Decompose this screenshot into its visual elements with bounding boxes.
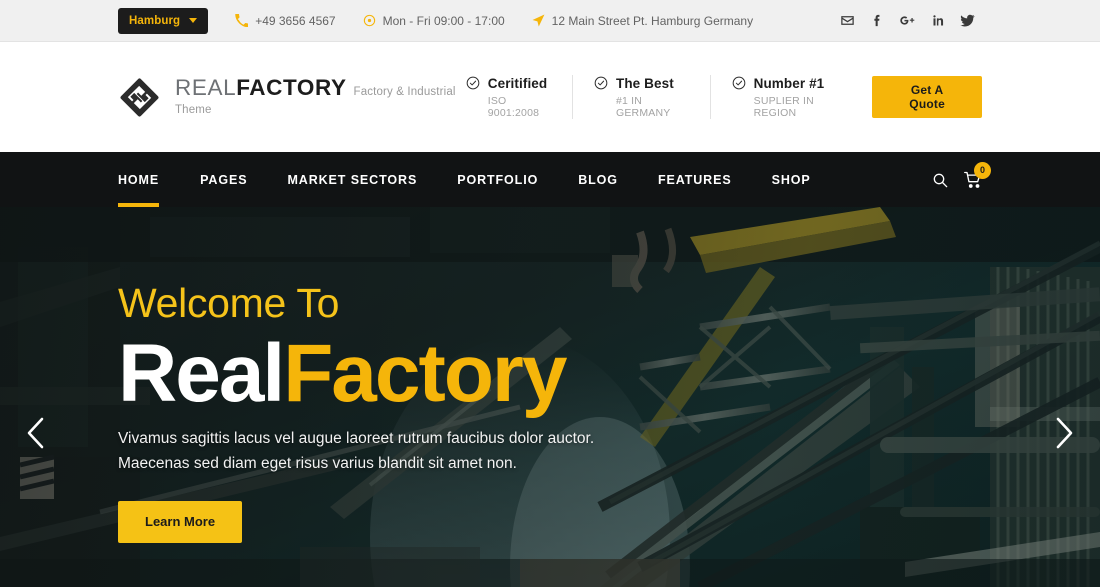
main-navigation: HOME PAGES MARKET SECTORS PORTFOLIO BLOG… xyxy=(0,152,1100,207)
nav-item-portfolio[interactable]: PORTFOLIO xyxy=(437,152,558,207)
nav-item-pages[interactable]: PAGES xyxy=(180,152,267,207)
chevron-left-icon[interactable] xyxy=(14,411,58,455)
badge-the-best: The Best #1 IN GERMANY xyxy=(573,75,711,119)
nav-item-features[interactable]: FEATURES xyxy=(638,152,752,207)
logo-diamond-icon xyxy=(118,76,161,119)
cart-count-badge: 0 xyxy=(974,161,991,179)
hero-description-line1: Vivamus sagittis lacus vel augue laoreet… xyxy=(118,430,595,448)
badge-subtitle: SUPLIER IN REGION xyxy=(753,94,814,119)
learn-more-button[interactable]: Learn More xyxy=(118,500,243,543)
address-info: 12 Main Street Pt. Hamburg Germany xyxy=(532,14,753,28)
badge-subtitle: #1 IN GERMANY xyxy=(615,94,671,119)
nav-item-home[interactable]: HOME xyxy=(118,152,180,207)
location-arrow-icon xyxy=(532,14,545,27)
phone-icon xyxy=(235,14,249,27)
hero-content: Welcome To RealFactory Vivamus sagittis … xyxy=(0,207,1100,543)
site-logo[interactable]: REALFACTORY Factory & Industrial Theme xyxy=(118,76,466,119)
phone-info: +49 3656 4567 xyxy=(235,14,336,28)
social-links xyxy=(832,6,982,36)
shopping-cart-icon[interactable]: 0 xyxy=(964,161,991,189)
check-circle-icon xyxy=(732,76,746,90)
nav-item-blog[interactable]: BLOG xyxy=(558,152,638,207)
get-a-quote-button[interactable]: Get A Quote xyxy=(872,76,982,118)
twitter-icon[interactable] xyxy=(952,6,982,36)
nav-items: HOME PAGES MARKET SECTORS PORTFOLIO BLOG… xyxy=(118,152,831,207)
hours-info: Mon - Fri 09:00 - 17:00 xyxy=(363,14,505,28)
header-badges: Ceritified ISO 9001:2008 The Best #1 IN … xyxy=(466,75,873,119)
location-label: Hamburg xyxy=(129,14,181,27)
badge-certified: Ceritified ISO 9001:2008 xyxy=(466,75,573,119)
badge-title: Ceritified xyxy=(487,75,548,91)
site-header: REALFACTORY Factory & Industrial Theme C… xyxy=(0,42,1100,152)
facebook-icon[interactable] xyxy=(862,6,892,36)
hero-title: RealFactory xyxy=(118,333,982,415)
nav-item-shop[interactable]: SHOP xyxy=(752,152,831,207)
badge-subtitle: ISO 9001:2008 xyxy=(487,94,540,119)
top-bar: Hamburg +49 3656 4567 Mon - Fri 09:00 - … xyxy=(0,0,1100,42)
google-plus-icon[interactable] xyxy=(892,6,922,36)
chevron-down-icon xyxy=(189,18,198,23)
badge-title: The Best xyxy=(615,75,674,91)
nav-item-market-sectors[interactable]: MARKET SECTORS xyxy=(267,152,437,207)
check-circle-icon xyxy=(594,76,608,90)
badge-number-one: Number #1 SUPLIER IN REGION xyxy=(711,75,873,119)
hero-welcome-text: Welcome To xyxy=(118,280,340,326)
hero-title-yellow: Factory xyxy=(283,328,567,419)
nav-tools: 0 xyxy=(932,161,991,189)
hero-title-white: Real xyxy=(118,328,285,419)
logo-name-bold: FACTORY xyxy=(236,74,347,100)
badge-title: Number #1 xyxy=(753,75,825,91)
logo-name-light: REAL xyxy=(175,74,237,100)
location-dropdown-button[interactable]: Hamburg xyxy=(118,7,209,34)
logo-text: REALFACTORY Factory & Industrial Theme xyxy=(175,74,466,118)
linkedin-icon[interactable] xyxy=(922,6,952,36)
search-icon[interactable] xyxy=(932,172,948,188)
phone-number: +49 3656 4567 xyxy=(255,14,336,28)
business-hours: Mon - Fri 09:00 - 17:00 xyxy=(382,14,505,28)
address-text: 12 Main Street Pt. Hamburg Germany xyxy=(551,14,754,28)
check-circle-icon xyxy=(466,76,480,90)
hero-description-line2: Maecenas sed diam eget risus varius blan… xyxy=(118,455,517,473)
hero-slider: Welcome To RealFactory Vivamus sagittis … xyxy=(0,207,1100,587)
chevron-right-icon[interactable] xyxy=(1042,411,1086,455)
clock-icon xyxy=(363,14,376,27)
envelope-icon[interactable] xyxy=(832,6,862,36)
